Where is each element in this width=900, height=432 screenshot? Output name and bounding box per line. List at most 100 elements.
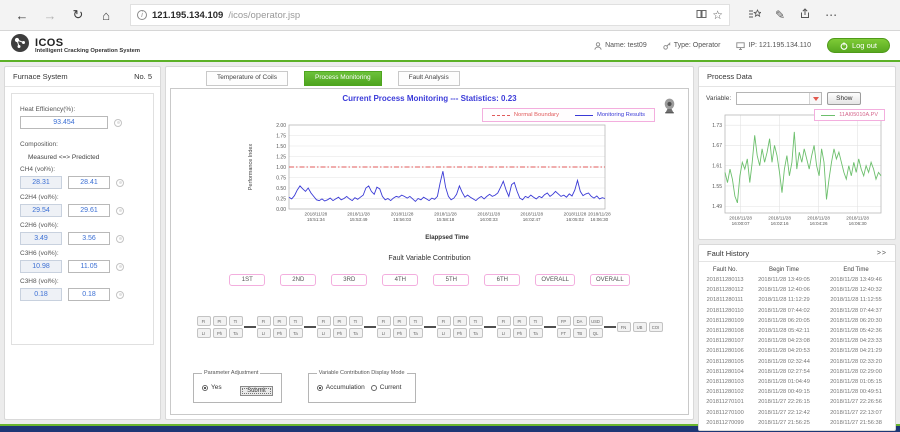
variable-box[interactable]: USD — [589, 316, 603, 326]
gear-icon[interactable] — [116, 291, 124, 299]
period-button-3rd[interactable]: 3RD — [331, 274, 367, 286]
table-row[interactable]: 2018112801092018/11/28 06:20:052018/11/2… — [702, 316, 892, 326]
variable-box[interactable]: PI — [453, 316, 467, 326]
predicted-value-input[interactable]: 28.41 — [68, 176, 110, 189]
gear-icon[interactable] — [116, 263, 124, 271]
logout-button[interactable]: Log out — [827, 38, 890, 53]
url-bar[interactable]: i 121.195.134.109 /icos/operator.jsp ☆ — [130, 4, 730, 26]
table-row[interactable]: 2018112801042018/11/28 02:27:542018/11/2… — [702, 367, 892, 377]
variable-box[interactable]: LI — [197, 328, 211, 338]
forward-icon[interactable]: → — [38, 8, 62, 23]
variable-box[interactable]: FI — [317, 316, 331, 326]
table-row[interactable]: 2018112801132018/11/28 13:49:052018/11/2… — [702, 275, 892, 285]
fault-history-more-link[interactable]: >> — [877, 250, 887, 257]
period-button-1st[interactable]: 1ST — [229, 274, 265, 286]
variable-box[interactable]: Ta — [529, 328, 543, 338]
variable-box[interactable]: LI — [317, 328, 331, 338]
more-menu-icon[interactable]: ⋯ — [825, 8, 837, 22]
table-row[interactable]: 2018112801062018/11/28 04:20:532018/11/2… — [702, 346, 892, 356]
yes-radio[interactable] — [202, 385, 208, 391]
variable-box[interactable]: FT — [557, 328, 571, 338]
variable-box[interactable]: LI — [377, 328, 391, 338]
variable-box[interactable]: Ph — [213, 328, 227, 338]
variable-box[interactable]: Ta — [409, 328, 423, 338]
variable-box[interactable]: Ta — [229, 328, 243, 338]
variable-box[interactable]: Ta — [349, 328, 363, 338]
variable-box[interactable]: FI — [257, 316, 271, 326]
display-mode-radio-current[interactable] — [371, 385, 377, 391]
variable-box[interactable]: TI — [529, 316, 543, 326]
table-row[interactable]: 2018112801082018/11/28 05:42:112018/11/2… — [702, 326, 892, 336]
submit-button[interactable]: Submit — [240, 386, 273, 396]
tab-process-monitoring[interactable]: Process Monitoring — [304, 71, 382, 86]
gear-icon[interactable] — [116, 179, 124, 187]
tab-fault-analysis[interactable]: Fault Analysis — [398, 71, 460, 86]
variable-box[interactable]: Ph — [273, 328, 287, 338]
variable-box[interactable]: TB — [573, 328, 587, 338]
variable-box[interactable]: TI — [349, 316, 363, 326]
variable-box[interactable]: PI — [513, 316, 527, 326]
period-button-overall[interactable]: OVERALL — [535, 274, 575, 286]
gear-icon[interactable] — [116, 235, 124, 243]
gear-icon[interactable] — [114, 119, 122, 127]
site-info-icon[interactable]: i — [137, 10, 147, 20]
tab-temperature-of-coils[interactable]: Temperature of Coils — [206, 71, 288, 86]
variable-box[interactable]: Ph — [333, 328, 347, 338]
table-row[interactable]: 2018112801102018/11/28 07:44:022018/11/2… — [702, 306, 892, 316]
variable-box[interactable]: TI — [409, 316, 423, 326]
variable-select[interactable] — [736, 92, 822, 105]
table-row[interactable]: 2018112801032018/11/28 01:04:492018/11/2… — [702, 377, 892, 387]
table-row[interactable]: 2018112801052018/11/28 02:32:442018/11/2… — [702, 357, 892, 367]
select-arrow-box[interactable] — [809, 93, 821, 104]
variable-box[interactable]: PI — [393, 316, 407, 326]
variable-box[interactable]: Ph — [513, 328, 527, 338]
variable-box[interactable]: FI — [197, 316, 211, 326]
variable-box[interactable]: UB — [633, 322, 647, 332]
period-button-4th[interactable]: 4TH — [382, 274, 418, 286]
predicted-value-input[interactable]: 0.18 — [68, 288, 110, 301]
variable-box[interactable]: TI — [229, 316, 243, 326]
annotate-pen-icon[interactable]: ✎ — [775, 8, 785, 22]
predicted-value-input[interactable]: 3.56 — [68, 232, 110, 245]
table-row[interactable]: 2018112801112018/11/28 11:12:292018/11/2… — [702, 295, 892, 305]
gear-icon[interactable] — [116, 207, 124, 215]
variable-box[interactable]: COI — [649, 322, 663, 332]
table-row[interactable]: 2018112801122018/11/28 12:40:062018/11/2… — [702, 285, 892, 295]
table-row[interactable]: 2018112700992018/11/27 21:56:252018/11/2… — [702, 418, 892, 428]
variable-box[interactable]: DA — [573, 316, 587, 326]
period-button-5th[interactable]: 5TH — [433, 274, 469, 286]
favorites-hub-icon[interactable] — [748, 6, 761, 24]
variable-box[interactable]: FI — [437, 316, 451, 326]
favorite-star-icon[interactable]: ☆ — [712, 8, 723, 22]
predicted-value-input[interactable]: 11.05 — [68, 260, 110, 273]
variable-box[interactable]: TI — [289, 316, 303, 326]
variable-box[interactable]: PI — [213, 316, 227, 326]
heat-efficiency-input[interactable]: 93.454 — [20, 116, 108, 129]
variable-box[interactable]: TI — [469, 316, 483, 326]
variable-box[interactable]: LI — [257, 328, 271, 338]
home-icon[interactable]: ⌂ — [94, 8, 118, 23]
period-button-6th[interactable]: 6TH — [484, 274, 520, 286]
table-row[interactable]: 2018112701002018/11/27 22:12:422018/11/2… — [702, 407, 892, 417]
variable-box[interactable]: Ph — [393, 328, 407, 338]
table-row[interactable]: 2018112801022018/11/28 00:49:152018/11/2… — [702, 387, 892, 397]
variable-box[interactable]: FI — [497, 316, 511, 326]
variable-box[interactable]: FN — [617, 322, 631, 332]
reading-view-icon[interactable] — [696, 6, 707, 24]
share-icon[interactable] — [799, 6, 811, 24]
table-row[interactable]: 2018112701012018/11/27 22:26:152018/11/2… — [702, 397, 892, 407]
variable-box[interactable]: PI — [333, 316, 347, 326]
predicted-value-input[interactable]: 29.61 — [68, 204, 110, 217]
variable-box[interactable]: LI — [437, 328, 451, 338]
table-row[interactable]: 2018112801072018/11/28 04:23:082018/11/2… — [702, 336, 892, 346]
refresh-icon[interactable]: ↻ — [66, 7, 90, 23]
back-icon[interactable]: ← — [10, 8, 34, 23]
variable-box[interactable]: FP — [557, 316, 571, 326]
period-button-overall[interactable]: OVERALL — [590, 274, 630, 286]
variable-box[interactable]: QL — [589, 328, 603, 338]
variable-box[interactable]: Ta — [469, 328, 483, 338]
variable-box[interactable]: PI — [273, 316, 287, 326]
period-button-2nd[interactable]: 2ND — [280, 274, 316, 286]
show-button[interactable]: Show — [827, 92, 861, 105]
variable-box[interactable]: Ph — [453, 328, 467, 338]
